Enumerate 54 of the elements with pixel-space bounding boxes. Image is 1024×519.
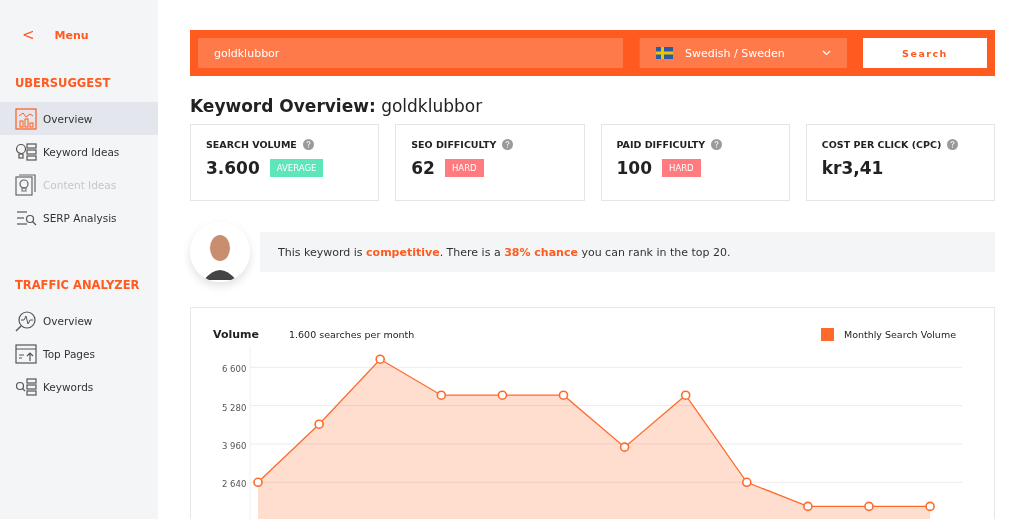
flag-icon	[656, 47, 673, 59]
chart-icon	[15, 107, 37, 130]
metric-label: PAID DIFFICULTY	[616, 139, 706, 150]
search-list-icon	[15, 375, 37, 398]
data-point	[436, 390, 447, 400]
sidebar-item[interactable]: Keyword Ideas	[0, 135, 158, 168]
magnifier-icon	[15, 309, 37, 332]
data-point	[925, 501, 935, 512]
section-title: TRAFFIC ANALYZER	[14, 278, 141, 292]
help-icon[interactable]	[947, 139, 959, 150]
help-icon[interactable]	[502, 139, 514, 150]
help-icon[interactable]	[711, 139, 723, 150]
sidebar-item[interactable]: SERP Analysis	[0, 201, 158, 234]
y-tick-label: 6 600	[222, 364, 247, 375]
sidebar-item[interactable]: Top Pages	[0, 337, 158, 370]
metric-value: kr3,41	[821, 158, 884, 178]
help-icon[interactable]	[302, 139, 314, 150]
legend-label: Monthly Search Volume	[843, 328, 956, 340]
sidebar-item[interactable]: Overview	[0, 102, 158, 135]
data-point	[253, 477, 263, 488]
metric-value: 3.600	[206, 158, 260, 178]
data-point	[497, 390, 508, 400]
chart-subtitle: 1.600 searches per month	[289, 328, 416, 340]
insight-message: This keyword is competitive. There is a 38% chance you can rank in the top 20.	[278, 245, 731, 259]
page-title: Keyword Overview: goldklubbor	[190, 96, 484, 116]
metric-label: SEARCH VOLUME	[206, 139, 297, 150]
lightbulb-list-icon	[15, 140, 37, 163]
data-point	[619, 442, 630, 452]
metric-label: COST PER CLICK (CPC)	[821, 139, 942, 150]
y-tick-label: 2 640	[222, 479, 247, 490]
data-point	[558, 390, 569, 400]
lightbulb-frame-icon	[15, 173, 37, 196]
data-point	[864, 501, 874, 512]
difficulty-badge: AVERAGE	[269, 159, 324, 177]
data-point	[314, 419, 324, 430]
difficulty-badge: HARD	[662, 159, 701, 177]
difficulty-badge: HARD	[444, 159, 484, 177]
y-tick-label: 5 280	[222, 402, 247, 413]
legend-swatch	[820, 327, 834, 341]
metric-value: 100	[616, 158, 652, 178]
avatar	[190, 222, 250, 282]
sidebar-item[interactable]: Overview	[0, 304, 158, 337]
sidebar-item[interactable]: Keywords	[0, 370, 158, 403]
chart-title: Volume	[213, 327, 259, 341]
chevron-down-icon	[822, 50, 831, 56]
data-point	[803, 501, 813, 512]
data-point	[680, 390, 691, 400]
y-tick-label: 3 960	[222, 440, 247, 451]
section-title: UBERSUGGEST	[14, 76, 112, 90]
metric-value: 62	[411, 158, 435, 178]
metric-label: SEO DIFFICULTY	[411, 139, 497, 150]
data-point	[375, 354, 385, 364]
browser-window-icon	[15, 342, 37, 365]
data-point	[742, 477, 752, 488]
